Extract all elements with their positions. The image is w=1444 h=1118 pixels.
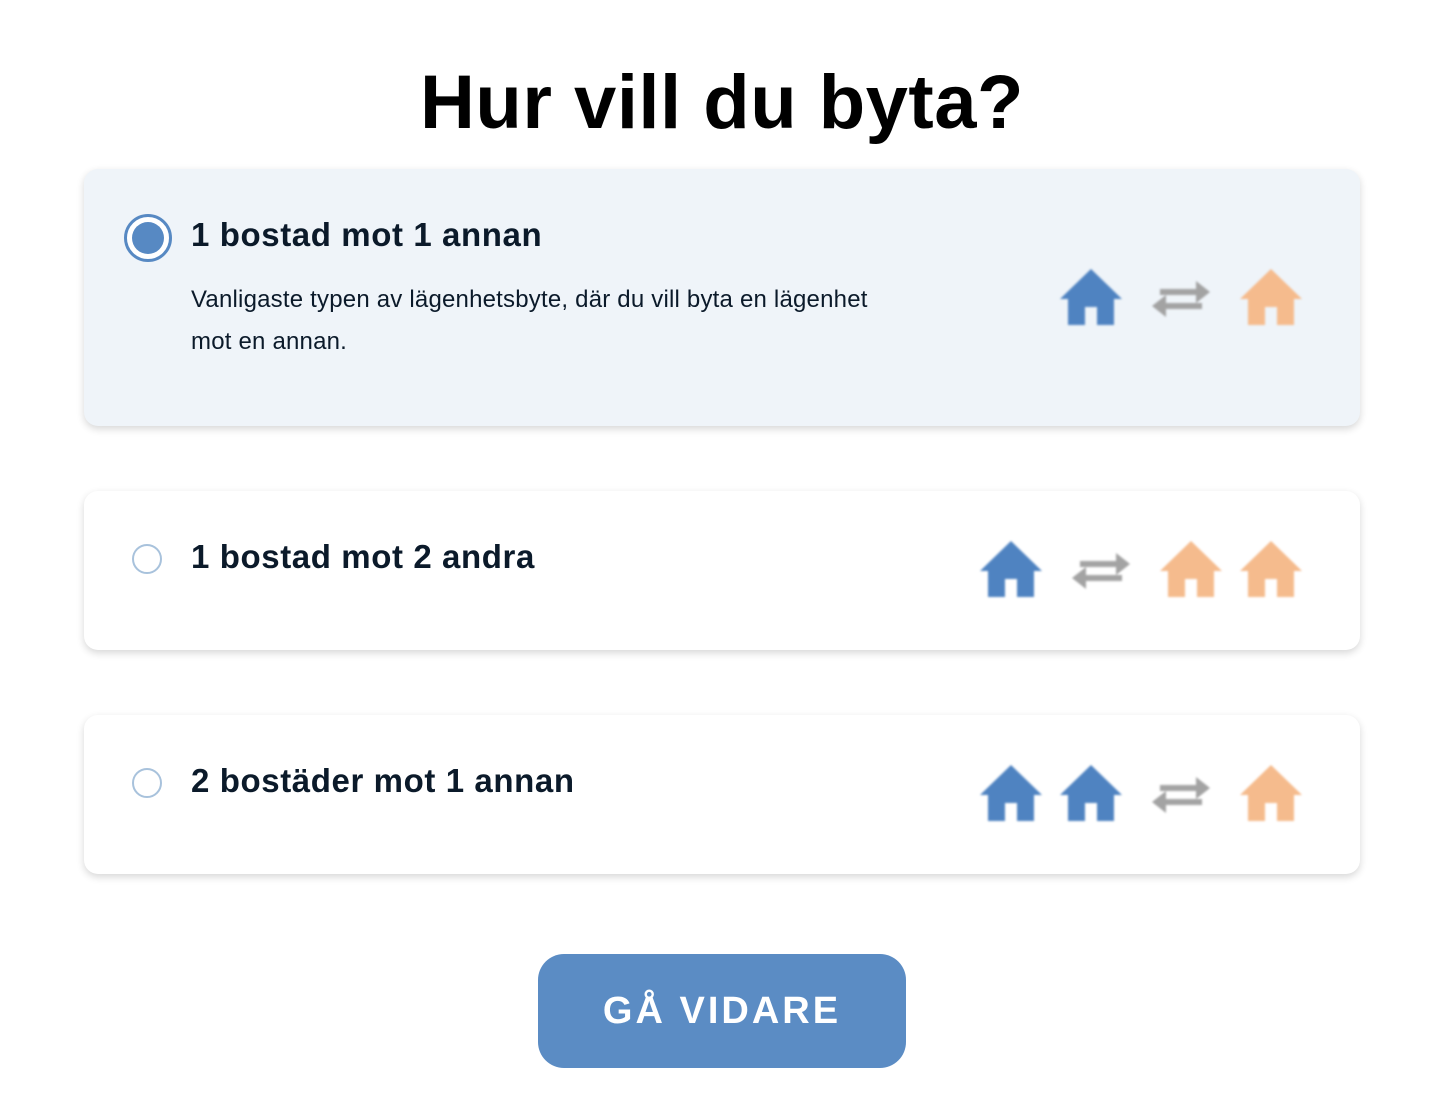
house-orange-icon [1238,539,1304,599]
house-orange-icon [1238,267,1304,327]
page: Hur vill du byta? 1 bostad mot 1 annan V… [0,0,1444,1118]
radio-button[interactable] [132,768,162,798]
swap-arrows-icon [1148,267,1214,327]
exchange-illustration [1058,267,1304,327]
house-blue-icon [1058,763,1124,823]
page-title: Hur vill du byta? [420,60,1024,145]
next-button[interactable]: GÅ VIDARE [538,954,906,1068]
house-orange-icon [1238,763,1304,823]
house-orange-icon [1158,539,1224,599]
option-description: Vanligaste typen av lägenhetsbyte, där d… [191,286,868,355]
option-card-1-to-1[interactable]: 1 bostad mot 1 annan Vanligaste typen av… [84,169,1360,426]
swap-arrows-icon [1068,539,1134,599]
house-blue-icon [1058,267,1124,327]
swap-arrows-icon [1148,763,1214,823]
exchange-illustration [978,539,1304,599]
radio-button[interactable] [132,544,162,574]
option-title: 1 bostad mot 1 annan [191,216,543,253]
option-title: 2 bostäder mot 1 annan [191,762,575,799]
exchange-illustration [978,763,1304,823]
house-blue-icon [978,763,1044,823]
option-card-1-to-2[interactable]: 1 bostad mot 2 andra [84,491,1360,650]
house-blue-icon [978,539,1044,599]
radio-button-checked[interactable] [124,214,172,262]
option-title: 1 bostad mot 2 andra [191,538,535,575]
option-card-2-to-1[interactable]: 2 bostäder mot 1 annan [84,715,1360,874]
